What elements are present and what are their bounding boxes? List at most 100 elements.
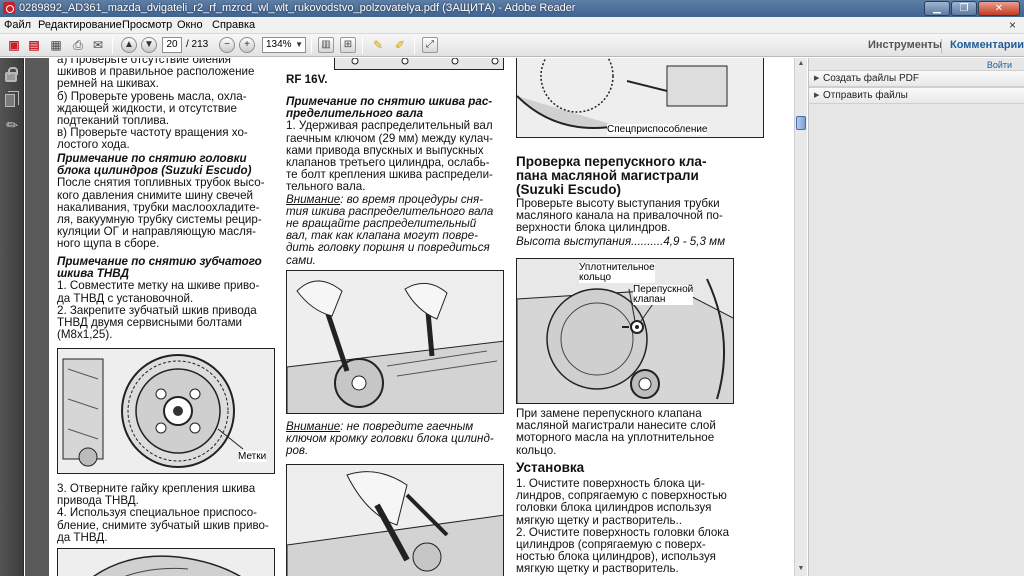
menu-bar: Файл Редактирование Просмотр Окно Справк… (0, 17, 1024, 34)
text-line: да ТНВД. (57, 530, 108, 544)
document-viewport[interactable]: а) Проверьте отсутствие биения шкивов и … (25, 58, 794, 576)
scrollbar-thumb[interactable] (796, 116, 806, 130)
bypass-valve-figure: Уплотнительное кольцо Перепускной клапан (516, 258, 734, 404)
pane-item-label: Создать файлы PDF (823, 73, 919, 84)
save-icon[interactable]: ▦ (48, 37, 64, 53)
figure-label-seal-ring: Уплотнительное кольцо (579, 263, 655, 283)
adobe-reader-window: 0289892_AD361_mazda_dvigateli_r2_rf_mzrc… (0, 0, 1024, 576)
previous-page-icon[interactable]: ▲ (121, 37, 137, 53)
scroll-down-icon[interactable]: ▼ (796, 564, 806, 574)
warning-label: Внимание (286, 192, 341, 206)
menu-help[interactable]: Справка (212, 17, 255, 33)
tab-separator (941, 39, 942, 53)
fit-width-icon[interactable]: ⊞ (340, 37, 356, 53)
section-heading: Проверка перепускного кла- (516, 154, 707, 169)
full-screen-icon[interactable]: ⤢ (422, 37, 438, 53)
text-line: ного щупа в сборе. (57, 237, 160, 251)
page-thumbnails-icon[interactable] (5, 91, 19, 107)
text-line: ремней на шкивах. (57, 77, 159, 91)
pane-item-label: Отправить файлы (823, 90, 908, 101)
engine-label: RF 16V. (286, 73, 328, 86)
warning-text: ров. (286, 444, 309, 458)
timing-gear-figure: Метки (57, 348, 275, 474)
spec-label: Высота выступания.......... (516, 235, 664, 249)
create-pdf-icon[interactable]: ▤ (26, 37, 42, 53)
highlight-icon[interactable]: ✐ (392, 37, 408, 53)
figure-label-bypass-valve: Перепускной клапан (633, 285, 694, 305)
section-heading: Установка (516, 460, 585, 475)
email-icon[interactable]: ✉ (90, 37, 106, 53)
cylinder-head-figure-top (334, 58, 504, 70)
chevron-down-icon: ▼ (295, 40, 303, 49)
navigation-panel: ✎ (0, 58, 24, 576)
open-file-icon[interactable]: ▣ (6, 37, 22, 53)
spec-value: 4,9 - 5,3 мм (663, 235, 726, 249)
text-line: мягкую щетку и растворитель.. (516, 513, 682, 527)
wrench-head-figure (286, 464, 504, 576)
zoom-value: 134% (266, 39, 292, 50)
camshaft-wrench-figure (286, 270, 504, 414)
text-line: лостого хода. (57, 138, 130, 152)
text-line: б) Проверьте уровень масла, охла- (57, 89, 247, 103)
page-number-input[interactable]: 20 (162, 37, 182, 53)
toolbar-separator (311, 37, 312, 54)
minimize-button[interactable]: ▁ (924, 1, 950, 16)
label-line: клапан (633, 294, 666, 305)
section-heading: пана масляной магистрали (516, 168, 699, 184)
pump-drawing (58, 549, 274, 576)
menu-file[interactable]: Файл (4, 17, 31, 33)
tab-comments[interactable]: Комментарии (950, 34, 1024, 57)
text-line: кого давления снимите шину свечей (57, 188, 254, 202)
window-title: 0289892_AD361_mazda_dvigateli_r2_rf_mzrc… (19, 2, 576, 14)
warning-text: : не повредите гаечным (340, 420, 474, 433)
attachments-icon[interactable]: ✎ (2, 115, 22, 135)
warning-text: сами. (286, 253, 316, 267)
title-bar: 0289892_AD361_mazda_dvigateli_r2_rf_mzrc… (0, 0, 1024, 17)
text-line: бление, снимите зубчатый шкив приво- (57, 518, 269, 532)
create-pdf-item[interactable]: ▶ Создать файлы PDF (809, 70, 1024, 87)
close-document-icon[interactable]: × (1009, 17, 1016, 33)
text-line: (M8x1,25). (57, 328, 113, 342)
pdf-page: а) Проверьте отсутствие биения шкивов и … (49, 58, 794, 576)
print-icon[interactable]: ⎙ (70, 37, 86, 53)
maximize-button[interactable]: ❐ (951, 1, 977, 16)
figure-label-special-tool: Спецприспособление (607, 124, 708, 135)
zoom-in-icon[interactable]: + (239, 37, 255, 53)
toolbar-separator (362, 37, 363, 54)
section-heading: (Suzuki Escudo) (516, 182, 622, 198)
menu-view[interactable]: Просмотр (122, 17, 172, 33)
zoom-select[interactable]: 134% ▼ (262, 37, 306, 53)
scroll-up-icon[interactable]: ▲ (796, 59, 806, 69)
lock-icon[interactable] (5, 67, 18, 82)
triangle-right-icon: ▶ (814, 75, 820, 82)
send-files-item[interactable]: ▶ Отправить файлы (809, 87, 1024, 104)
warning-text: ключом кромку головки блока цилинд- (286, 432, 494, 446)
text-line: 1. Совместите метку на шкиве приво- (57, 279, 260, 293)
zoom-out-icon[interactable]: − (219, 37, 235, 53)
close-button[interactable]: ✕ (978, 1, 1020, 16)
tools-pane: Войти ▶ Создать файлы PDF ▶ Отправить фа… (808, 58, 1024, 576)
fit-page-icon[interactable]: ▥ (318, 37, 334, 53)
window-controls: ▁ ❐ ✕ (923, 1, 1020, 16)
cylinder-head-drawing (335, 58, 503, 69)
menu-window[interactable]: Окно (177, 17, 203, 33)
toolbar-separator (112, 37, 113, 54)
menu-edit[interactable]: Редактирование (38, 17, 122, 33)
text-line: 1. Удерживая распределительный вал (286, 119, 493, 133)
figure-label-marks: Метки (238, 451, 267, 462)
text-line: головки блока цилиндров используя (516, 501, 712, 515)
text-line: Проверьте высоту выступания трубки (516, 196, 720, 210)
adobe-reader-icon (3, 2, 15, 14)
sticky-note-icon[interactable]: ✎ (370, 37, 386, 53)
toolbar: ▣ ▤ ▦ ⎙ ✉ ▲ ▼ 20 / 213 − + 134% ▼ ▥ ⊞ ✎ ✐… (0, 34, 1024, 57)
vertical-scrollbar[interactable]: ▲ ▼ (794, 58, 807, 576)
text-line: верхности блока цилиндров. (516, 221, 671, 235)
label-line: кольцо (579, 272, 612, 283)
sign-in-link[interactable]: Войти (987, 60, 1012, 70)
text-line: моторного масла на уплотнительное (516, 431, 715, 445)
wrench-head-drawing (287, 465, 503, 576)
camshaft-wrench-drawing (287, 271, 503, 413)
warning-text: : во время процедуры сня- (340, 192, 484, 206)
tab-tools[interactable]: Инструменты (868, 34, 942, 57)
next-page-icon[interactable]: ▼ (141, 37, 157, 53)
